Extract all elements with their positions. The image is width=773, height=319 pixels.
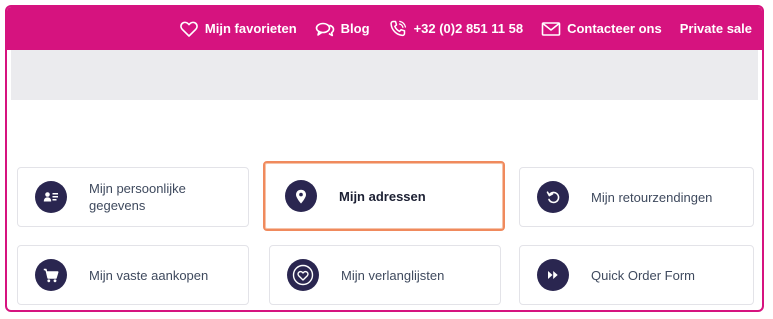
favorites-link[interactable]: Mijn favorieten bbox=[179, 20, 297, 38]
page-frame: Mijn favorieten Blog +32 (0)2 851 11 58 … bbox=[5, 5, 764, 312]
blog-label: Blog bbox=[340, 21, 370, 36]
id-card-icon bbox=[35, 181, 67, 213]
return-arrow-icon bbox=[537, 181, 569, 213]
top-navigation-bar: Mijn favorieten Blog +32 (0)2 851 11 58 … bbox=[7, 7, 762, 50]
phone-label: +32 (0)2 851 11 58 bbox=[413, 21, 524, 36]
contact-link[interactable]: Contacteer ons bbox=[541, 20, 662, 38]
phone-link[interactable]: +32 (0)2 851 11 58 bbox=[388, 20, 524, 38]
tile-returns[interactable]: Mijn retourzendingen bbox=[519, 167, 754, 227]
tile-fixed-purchases[interactable]: Mijn vaste aankopen bbox=[17, 245, 249, 305]
private-sale-link[interactable]: Private sale bbox=[680, 21, 752, 36]
map-pin-icon bbox=[285, 180, 317, 212]
tile-addresses[interactable]: Mijn adressen bbox=[263, 161, 505, 231]
favorites-label: Mijn favorieten bbox=[204, 21, 297, 36]
heart-icon bbox=[179, 20, 199, 38]
tile-personal-details-label: Mijn persoonlijke gegevens bbox=[89, 181, 186, 213]
private-sale-label: Private sale bbox=[679, 21, 752, 36]
envelope-icon bbox=[541, 20, 561, 38]
tile-personal-details[interactable]: Mijn persoonlijke gegevens bbox=[17, 167, 249, 227]
grey-banner bbox=[11, 50, 758, 100]
tile-quick-order[interactable]: Quick Order Form bbox=[519, 245, 754, 305]
chat-bubbles-icon bbox=[315, 20, 335, 38]
heart-circle-icon bbox=[287, 259, 319, 291]
blog-link[interactable]: Blog bbox=[315, 20, 370, 38]
tile-addresses-label: Mijn adressen bbox=[339, 188, 426, 204]
tile-wishlists-label: Mijn verlanglijsten bbox=[341, 267, 445, 283]
tile-returns-label: Mijn retourzendingen bbox=[591, 189, 713, 205]
tile-wishlists[interactable]: Mijn verlanglijsten bbox=[269, 245, 501, 305]
tile-quick-order-label: Quick Order Form bbox=[591, 267, 696, 283]
fast-forward-icon bbox=[537, 259, 569, 291]
tile-fixed-purchases-label: Mijn vaste aankopen bbox=[89, 267, 209, 283]
cart-icon bbox=[35, 259, 67, 291]
contact-label: Contacteer ons bbox=[567, 21, 662, 36]
phone-icon bbox=[388, 20, 408, 38]
